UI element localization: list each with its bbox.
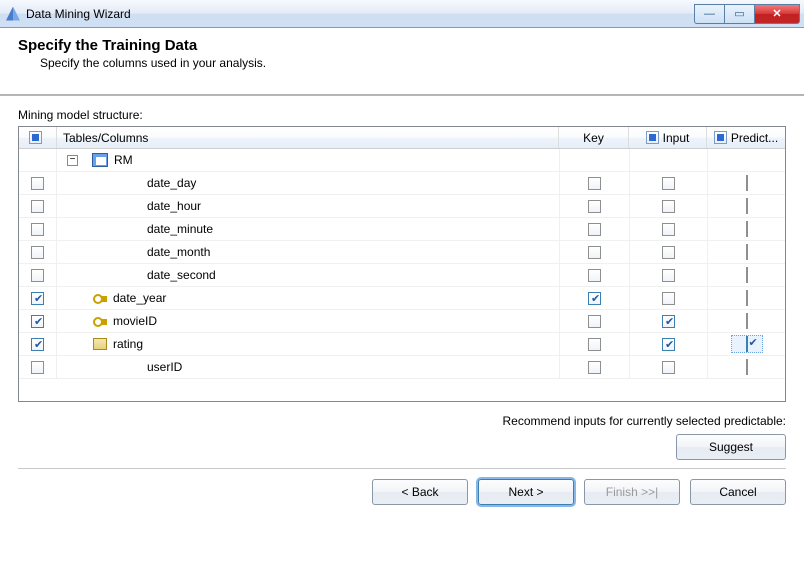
predict-checkbox[interactable] (746, 244, 748, 260)
grid-row[interactable]: date_minute (19, 218, 785, 241)
header-input-checkbox[interactable] (646, 131, 659, 144)
predict-checkbox[interactable] (746, 313, 748, 329)
grid-row[interactable]: rating (19, 333, 785, 356)
grid-row[interactable]: date_month (19, 241, 785, 264)
page-subtitle: Specify the columns used in your analysi… (40, 56, 786, 70)
root-name: RM (114, 153, 133, 167)
predict-checkbox[interactable] (746, 198, 748, 214)
input-checkbox[interactable] (662, 269, 675, 282)
wizard-header: Specify the Training Data Specify the co… (0, 28, 804, 96)
window-controls: — ▭ ✕ (694, 4, 800, 24)
key-checkbox[interactable] (588, 338, 601, 351)
grid-row-root[interactable]: − RM (19, 149, 785, 172)
column-name: date_minute (147, 222, 213, 236)
row-select-checkbox[interactable] (31, 223, 44, 236)
key-checkbox[interactable] (588, 200, 601, 213)
finish-button: Finish >>| (584, 479, 680, 505)
titlebar: Data Mining Wizard — ▭ ✕ (0, 0, 804, 28)
close-button[interactable]: ✕ (754, 4, 800, 24)
column-name: date_month (147, 245, 210, 259)
divider (18, 468, 786, 469)
grid-header-key[interactable]: Key (559, 127, 629, 148)
key-checkbox[interactable] (588, 223, 601, 236)
grid-row[interactable]: date_second (19, 264, 785, 287)
key-checkbox[interactable] (588, 315, 601, 328)
header-predict-checkbox[interactable] (714, 131, 727, 144)
input-checkbox[interactable] (662, 223, 675, 236)
key-checkbox[interactable] (588, 177, 601, 190)
next-button[interactable]: Next > (478, 479, 574, 505)
predict-checkbox[interactable] (746, 221, 748, 237)
column-icon (93, 338, 107, 350)
app-icon (6, 7, 20, 21)
key-icon (93, 314, 107, 328)
predict-checkbox[interactable] (746, 267, 748, 283)
maximize-button[interactable]: ▭ (724, 4, 754, 24)
grid-row[interactable]: date_hour (19, 195, 785, 218)
grid-header-main[interactable]: Tables/Columns (57, 127, 559, 148)
row-select-checkbox[interactable] (31, 177, 44, 190)
window-title: Data Mining Wizard (26, 7, 131, 21)
column-name: date_second (147, 268, 216, 282)
column-name: date_hour (147, 199, 201, 213)
predict-checkbox[interactable] (746, 359, 748, 375)
key-checkbox[interactable] (588, 246, 601, 259)
column-name: rating (113, 337, 143, 351)
input-checkbox[interactable] (662, 200, 675, 213)
grid-header-select[interactable] (19, 127, 57, 148)
grid-label: Mining model structure: (18, 108, 786, 122)
predict-checkbox[interactable] (746, 336, 748, 352)
row-select-checkbox[interactable] (31, 269, 44, 282)
column-name: userID (147, 360, 182, 374)
grid-row[interactable]: userID (19, 356, 785, 379)
row-select-checkbox[interactable] (31, 338, 44, 351)
predict-checkbox[interactable] (746, 175, 748, 191)
wizard-buttons: < Back Next > Finish >>| Cancel (0, 479, 804, 519)
grid-row[interactable]: date_day (19, 172, 785, 195)
table-icon (92, 153, 108, 167)
back-button[interactable]: < Back (372, 479, 468, 505)
suggest-button[interactable]: Suggest (676, 434, 786, 460)
predict-checkbox[interactable] (746, 290, 748, 306)
row-select-checkbox[interactable] (31, 315, 44, 328)
grid-row[interactable]: movieID (19, 310, 785, 333)
column-name: date_day (147, 176, 196, 190)
minimize-button[interactable]: — (694, 4, 724, 24)
key-checkbox[interactable] (588, 292, 601, 305)
header-decoration (684, 28, 804, 96)
grid-header-predict[interactable]: Predict... (707, 127, 785, 148)
key-checkbox[interactable] (588, 361, 601, 374)
cancel-button[interactable]: Cancel (690, 479, 786, 505)
input-checkbox[interactable] (662, 246, 675, 259)
row-select-checkbox[interactable] (31, 200, 44, 213)
recommend-label: Recommend inputs for currently selected … (18, 414, 786, 428)
input-checkbox[interactable] (662, 315, 675, 328)
expand-toggle-icon[interactable]: − (67, 155, 78, 166)
input-checkbox[interactable] (662, 292, 675, 305)
grid-header-input[interactable]: Input (629, 127, 707, 148)
row-select-checkbox[interactable] (31, 292, 44, 305)
grid-header: Tables/Columns Key Input Predict... (19, 127, 785, 149)
row-select-checkbox[interactable] (31, 246, 44, 259)
mining-structure-grid: Tables/Columns Key Input Predict... − RM… (18, 126, 786, 402)
input-checkbox[interactable] (662, 361, 675, 374)
page-title: Specify the Training Data (18, 37, 786, 54)
input-checkbox[interactable] (662, 177, 675, 190)
input-checkbox[interactable] (662, 338, 675, 351)
grid-row[interactable]: date_year (19, 287, 785, 310)
row-select-checkbox[interactable] (31, 361, 44, 374)
select-all-checkbox[interactable] (29, 131, 42, 144)
column-name: date_year (113, 291, 166, 305)
column-name: movieID (113, 314, 157, 328)
key-checkbox[interactable] (588, 269, 601, 282)
key-icon (93, 291, 107, 305)
